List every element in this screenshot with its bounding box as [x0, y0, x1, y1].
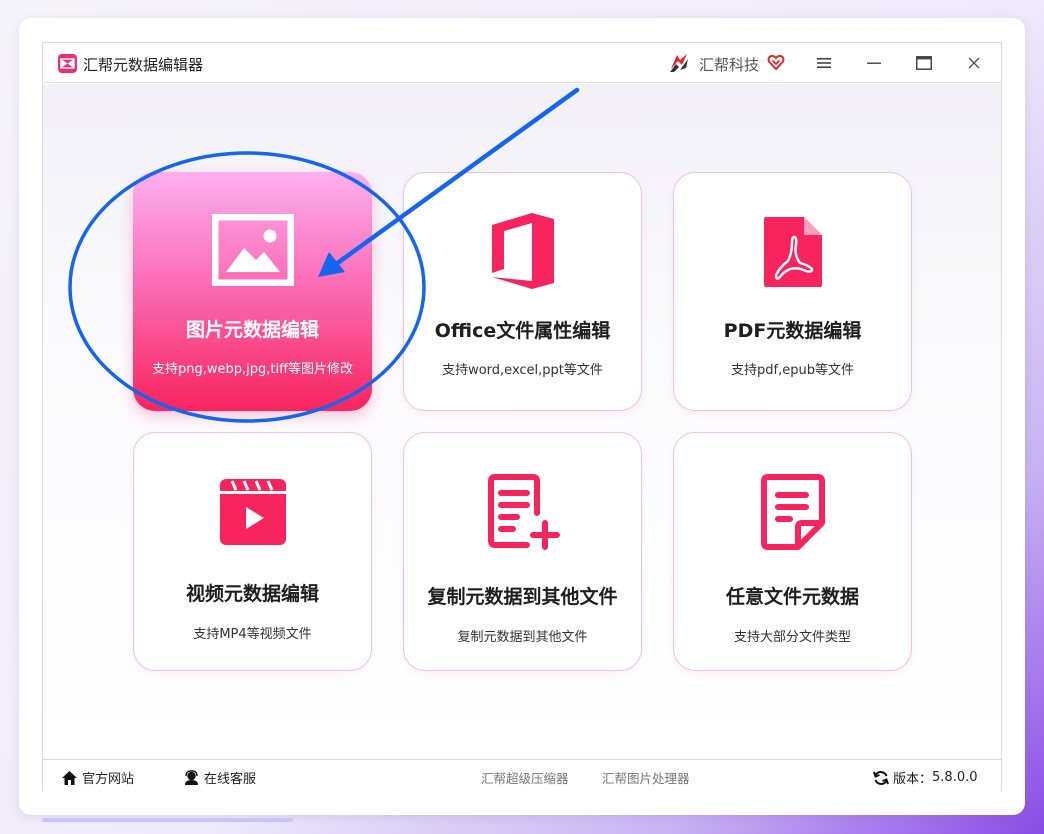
copy-doc-icon [487, 474, 560, 550]
card-image-metadata[interactable]: 图片元数据编辑 支持png,webp,jpg,tiff等图片修改 [133, 172, 372, 411]
card-pdf-metadata[interactable]: PDF元数据编辑 支持pdf,epub等文件 [673, 172, 912, 411]
website-label: 官方网站 [82, 772, 135, 787]
close-icon [968, 57, 980, 69]
menu-button[interactable] [811, 51, 837, 75]
card-office-properties[interactable]: Office文件属性编辑 支持word,excel,ppt等文件 [403, 172, 642, 411]
card-title: Office文件属性编辑 [434, 320, 611, 342]
image-tool-link[interactable]: 汇帮图片处理器 [602, 768, 690, 787]
pdf-icon [763, 217, 822, 287]
card-title: PDF元数据编辑 [723, 320, 862, 342]
brand-logo-icon [670, 54, 688, 72]
app-title: 汇帮元数据编辑器 [83, 56, 204, 74]
maximize-button[interactable] [911, 51, 937, 75]
any-file-icon [760, 474, 825, 550]
minimize-button[interactable] [861, 51, 887, 75]
card-desc: 支持pdf,epub等文件 [731, 363, 854, 378]
card-title: 任意文件元数据 [725, 586, 859, 608]
card-title: 复制元数据到其他文件 [427, 586, 618, 608]
home-icon [62, 770, 77, 785]
card-desc: 复制元数据到其他文件 [457, 630, 588, 645]
card-video-metadata[interactable]: 视频元数据编辑 支持MP4等视频文件 [133, 432, 372, 671]
customer-service-icon [185, 769, 198, 785]
app-window: 汇帮元数据编辑器 汇帮科技 图片元数据编辑 支持png,webp,jpg,tif… [42, 42, 1002, 791]
card-title: 图片元数据编辑 [185, 319, 319, 341]
card-any-file-metadata[interactable]: 任意文件元数据 支持大部分文件类型 [673, 432, 912, 671]
compressor-link[interactable]: 汇帮超级压缩器 [481, 768, 569, 787]
title-bar: 汇帮元数据编辑器 汇帮科技 [43, 43, 1001, 83]
feature-grid: 图片元数据编辑 支持png,webp,jpg,tiff等图片修改 Office文… [43, 84, 1001, 758]
close-button[interactable] [961, 51, 987, 75]
refresh-icon [873, 770, 889, 785]
card-copy-metadata[interactable]: 复制元数据到其他文件 复制元数据到其他文件 [403, 432, 642, 671]
online-support-link[interactable]: 在线客服 [183, 768, 256, 787]
card-desc: 支持大部分文件类型 [733, 630, 851, 645]
app-logo-icon [58, 54, 77, 73]
card-desc: 支持word,excel,ppt等文件 [442, 363, 603, 378]
card-desc: 支持MP4等视频文件 [193, 627, 312, 642]
footer-bar: 官方网站 在线客服 汇帮超级压缩器 汇帮图片处理器 版本： 5.8.0.0 [43, 759, 1001, 791]
compressor-label: 汇帮超级压缩器 [481, 771, 569, 786]
maximize-icon [916, 56, 932, 70]
image-icon [211, 214, 294, 286]
hamburger-icon [817, 58, 831, 68]
card-desc: 支持png,webp,jpg,tiff等图片修改 [151, 362, 354, 377]
scroll-indicator [42, 818, 293, 822]
support-label: 在线客服 [204, 772, 257, 787]
image-tool-label: 汇帮图片处理器 [602, 771, 690, 786]
brand-name: 汇帮科技 [699, 56, 760, 74]
official-website-link[interactable]: 官方网站 [61, 768, 134, 787]
minimize-icon [867, 62, 881, 64]
version-info: 版本： 5.8.0.0 [873, 768, 978, 787]
version-label: 版本： [893, 772, 933, 787]
card-title: 视频元数据编辑 [185, 583, 319, 605]
version-number: 5.8.0.0 [932, 770, 978, 785]
office-icon [491, 213, 554, 289]
heart-icon[interactable] [767, 53, 785, 71]
video-icon [219, 479, 286, 545]
